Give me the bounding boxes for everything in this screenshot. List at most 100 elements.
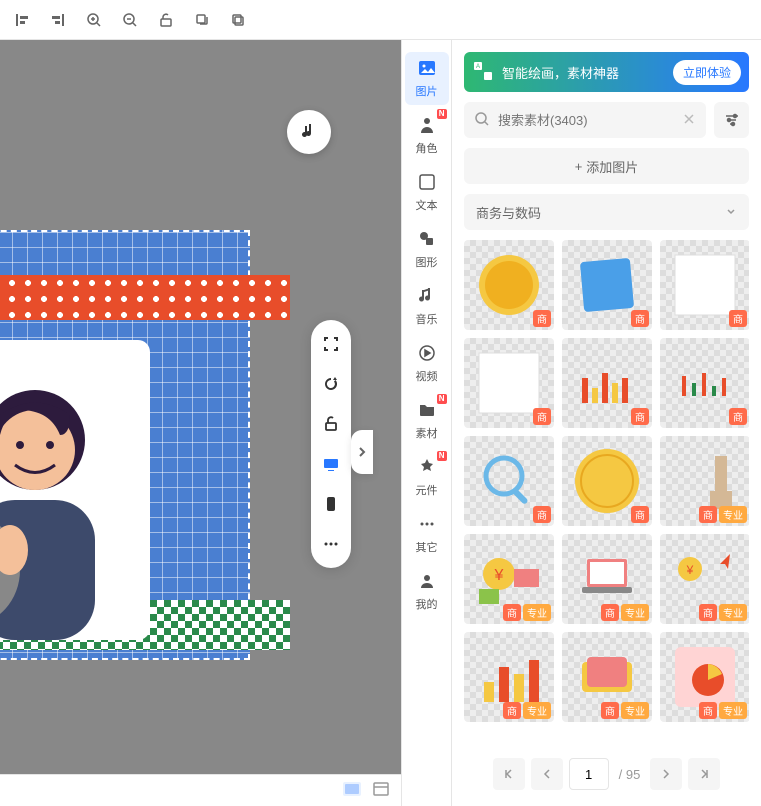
floating-toolbar — [311, 320, 351, 568]
material-item[interactable]: 商 — [464, 338, 554, 428]
material-item[interactable]: 商 — [464, 436, 554, 526]
tab-label: 视频 — [416, 368, 438, 384]
component-icon — [417, 457, 437, 480]
material-item[interactable]: 商 — [562, 436, 652, 526]
other-icon — [417, 514, 437, 537]
page-thumb-icon[interactable] — [343, 782, 361, 799]
music-bubble-button[interactable] — [287, 110, 331, 154]
zoom-in-button[interactable] — [80, 6, 108, 34]
role-icon — [417, 115, 437, 138]
tab-label: 元件 — [416, 482, 438, 498]
more-button[interactable] — [317, 530, 345, 558]
badge-commercial: 商 — [533, 408, 551, 425]
tab-video[interactable]: 视频 — [405, 337, 449, 390]
badge-professional: 专业 — [719, 702, 747, 719]
badge-professional: 专业 — [719, 506, 747, 523]
copy-button[interactable] — [188, 6, 216, 34]
orange-pattern — [0, 275, 290, 320]
material-item[interactable]: 商专业 — [562, 534, 652, 624]
side-tabs: 图片 N 角色 文本 图形 音乐 视频 N 素材 N — [401, 40, 451, 806]
tab-material[interactable]: N 素材 — [405, 394, 449, 447]
badge-professional: 专业 — [621, 702, 649, 719]
badge-commercial: 商 — [533, 310, 551, 327]
tab-label: 角色 — [416, 140, 438, 156]
svg-text:A: A — [476, 64, 480, 70]
material-item[interactable]: 商专业 — [660, 436, 749, 526]
material-item[interactable]: 商 — [464, 240, 554, 330]
tab-music[interactable]: 音乐 — [405, 280, 449, 333]
tab-image[interactable]: 图片 — [405, 52, 449, 105]
fullscreen-button[interactable] — [317, 330, 345, 358]
material-badges: 商 — [729, 310, 747, 327]
material-item[interactable]: ¥商专业 — [660, 534, 749, 624]
svg-text:¥: ¥ — [494, 567, 504, 584]
person-illustration[interactable] — [0, 340, 150, 640]
material-item[interactable]: 商 — [562, 338, 652, 428]
page-input[interactable] — [569, 758, 609, 790]
badge-professional: 专业 — [719, 604, 747, 621]
material-badges: 商 — [631, 408, 649, 425]
tab-text[interactable]: 文本 — [405, 166, 449, 219]
canvas-area[interactable] — [0, 40, 401, 806]
material-item[interactable]: 商专业 — [464, 632, 554, 722]
layout-icon[interactable] — [373, 782, 389, 799]
add-image-button[interactable]: + 添加图片 — [464, 148, 749, 184]
badge-commercial: 商 — [729, 408, 747, 425]
canvas-content — [0, 230, 250, 660]
badge-commercial: 商 — [699, 604, 717, 621]
zoom-out-button[interactable] — [116, 6, 144, 34]
badge-professional: 专业 — [523, 604, 551, 621]
search-input[interactable] — [498, 113, 674, 128]
material-item[interactable]: ¥ 商专业 — [464, 534, 554, 624]
material-badges: 商 — [533, 310, 551, 327]
material-item[interactable]: 商 — [660, 240, 749, 330]
material-item[interactable]: 商 — [660, 338, 749, 428]
material-item[interactable]: 商 — [562, 240, 652, 330]
prev-page-button[interactable] — [531, 758, 563, 790]
material-item[interactable]: 商专业 — [660, 632, 749, 722]
badge-professional: 专业 — [621, 604, 649, 621]
badge-commercial: 商 — [601, 604, 619, 621]
category-select[interactable]: 商务与数码 — [464, 194, 749, 230]
video-icon — [417, 343, 437, 366]
search-icon — [474, 111, 490, 130]
tab-label: 其它 — [416, 539, 438, 555]
tab-component[interactable]: N 元件 — [405, 451, 449, 504]
music-icon — [417, 286, 437, 309]
expand-handle[interactable] — [351, 430, 373, 474]
badge-commercial: 商 — [631, 310, 649, 327]
tab-role[interactable]: N 角色 — [405, 109, 449, 162]
align-right-button[interactable] — [44, 6, 72, 34]
page-total: / 95 — [615, 767, 645, 782]
material-badges: 商专业 — [601, 702, 649, 719]
clear-icon[interactable] — [682, 112, 696, 129]
tab-label: 文本 — [416, 197, 438, 213]
paste-button[interactable] — [224, 6, 252, 34]
category-label: 商务与数码 — [476, 203, 541, 222]
material-badges: 商专业 — [699, 604, 747, 621]
align-left-button[interactable] — [8, 6, 36, 34]
promo-button[interactable]: 立即体验 — [673, 60, 741, 85]
next-page-button[interactable] — [650, 758, 682, 790]
rotate-button[interactable] — [317, 370, 345, 398]
filter-button[interactable] — [714, 102, 749, 138]
new-badge: N — [437, 451, 447, 461]
badge-commercial: 商 — [699, 702, 717, 719]
mobile-button[interactable] — [317, 490, 345, 518]
badge-professional: 专业 — [523, 702, 551, 719]
tab-other[interactable]: 其它 — [405, 508, 449, 561]
tab-shape[interactable]: 图形 — [405, 223, 449, 276]
add-label: 添加图片 — [586, 157, 638, 176]
tab-mine[interactable]: 我的 — [405, 565, 449, 618]
material-badges: 商专业 — [699, 506, 747, 523]
last-page-button[interactable] — [688, 758, 720, 790]
canvas-footer — [0, 774, 401, 806]
first-page-button[interactable] — [493, 758, 525, 790]
main-area: 图片 N 角色 文本 图形 音乐 视频 N 素材 N — [0, 40, 761, 806]
material-grid: 商商商商商商商商商专业¥商专业商专业¥商专业商专业商专业商专业 — [464, 240, 749, 744]
unlock-float-button[interactable] — [317, 410, 345, 438]
unlock-button[interactable] — [152, 6, 180, 34]
material-item[interactable]: 商专业 — [562, 632, 652, 722]
display-button[interactable] — [317, 450, 345, 478]
badge-commercial: 商 — [503, 604, 521, 621]
